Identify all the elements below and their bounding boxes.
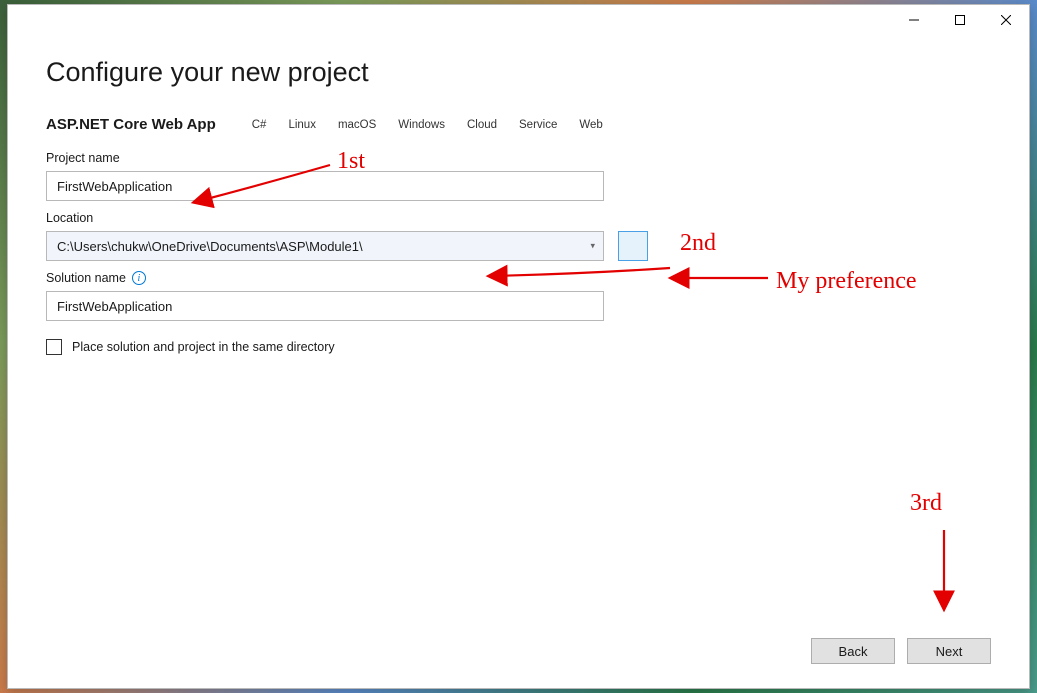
template-tag: Service bbox=[511, 117, 565, 133]
project-name-label: Project name bbox=[46, 151, 991, 165]
solution-name-label-text: Solution name bbox=[46, 271, 126, 285]
same-directory-checkbox[interactable] bbox=[46, 339, 62, 355]
same-directory-label: Place solution and project in the same d… bbox=[72, 340, 335, 354]
next-button[interactable]: Next bbox=[907, 638, 991, 664]
template-row: ASP.NET Core Web App C# Linux macOS Wind… bbox=[46, 116, 991, 133]
template-tag: Web bbox=[571, 117, 610, 133]
dialog-window: Configure your new project ASP.NET Core … bbox=[7, 4, 1030, 689]
info-icon[interactable]: i bbox=[132, 271, 146, 285]
location-value: C:\Users\chukw\OneDrive\Documents\ASP\Mo… bbox=[57, 239, 363, 254]
template-tag: macOS bbox=[330, 117, 384, 133]
template-tag: Cloud bbox=[459, 117, 505, 133]
solution-name-input[interactable] bbox=[46, 291, 604, 321]
template-tag: C# bbox=[244, 117, 275, 133]
browse-button[interactable] bbox=[618, 231, 648, 261]
template-name: ASP.NET Core Web App bbox=[46, 116, 216, 133]
maximize-button[interactable] bbox=[937, 5, 983, 35]
minimize-icon bbox=[909, 15, 919, 25]
minimize-button[interactable] bbox=[891, 5, 937, 35]
location-label: Location bbox=[46, 211, 991, 225]
template-tag: Windows bbox=[390, 117, 453, 133]
same-directory-row: Place solution and project in the same d… bbox=[46, 339, 991, 355]
footer: Back Next bbox=[8, 628, 1029, 688]
titlebar bbox=[8, 5, 1029, 35]
back-button[interactable]: Back bbox=[811, 638, 895, 664]
close-button[interactable] bbox=[983, 5, 1029, 35]
project-name-input[interactable] bbox=[46, 171, 604, 201]
template-tag: Linux bbox=[280, 117, 324, 133]
maximize-icon bbox=[955, 15, 965, 25]
chevron-down-icon: ▾ bbox=[590, 241, 595, 252]
page-title: Configure your new project bbox=[46, 57, 991, 88]
solution-name-label: Solution name i bbox=[46, 271, 991, 285]
location-combo[interactable]: C:\Users\chukw\OneDrive\Documents\ASP\Mo… bbox=[46, 231, 604, 261]
close-icon bbox=[1001, 15, 1011, 25]
content-area: Configure your new project ASP.NET Core … bbox=[8, 35, 1029, 628]
